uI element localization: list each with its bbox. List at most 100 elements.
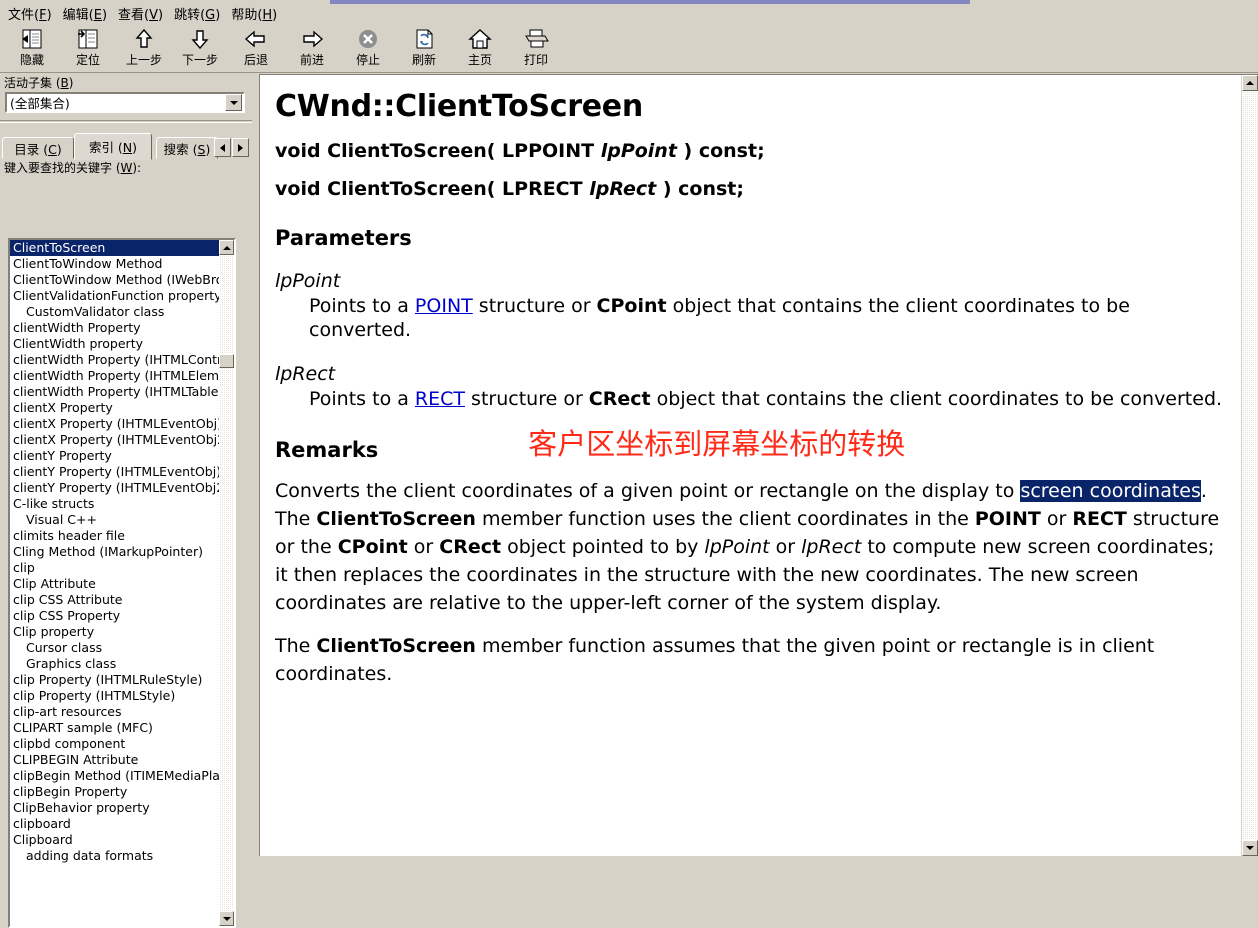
list-item[interactable]: clientWidth Property (IHTMLContro — [10, 352, 219, 368]
content-scrollbar[interactable] — [1241, 75, 1258, 856]
tab-scroll-right-icon[interactable] — [232, 138, 249, 157]
tab-search[interactable]: 搜索 (S) — [156, 137, 218, 159]
menu-item-4[interactable]: 跳转(G) — [172, 7, 229, 24]
scroll-down-icon[interactable] — [219, 911, 234, 926]
rp1-t8: or — [769, 535, 802, 558]
list-item[interactable]: Graphics class — [10, 656, 219, 672]
list-item[interactable]: CLIPART sample (MFC) — [10, 720, 219, 736]
list-item[interactable]: Clip Attribute — [10, 576, 219, 592]
toolbar-button-home[interactable]: 主页 — [452, 24, 508, 70]
list-item[interactable]: clientX Property (IHTMLEventObj) — [10, 416, 219, 432]
list-item[interactable]: clientX Property — [10, 400, 219, 416]
list-item[interactable]: ClientValidationFunction property — [10, 288, 219, 304]
list-item[interactable]: Visual C++ — [10, 512, 219, 528]
list-item[interactable]: ClientToWindow Method — [10, 256, 219, 272]
list-item[interactable]: ClientWidth property — [10, 336, 219, 352]
param-desc-pre: Points to a — [309, 295, 415, 317]
scroll-up-icon[interactable] — [219, 240, 234, 255]
scroll-down-icon[interactable] — [1242, 840, 1258, 856]
menu-item-2[interactable]: 编辑(E) — [61, 7, 116, 24]
list-item[interactable]: clipboard — [10, 816, 219, 832]
toolbar-button-label: 主页 — [467, 53, 492, 67]
print-icon — [521, 26, 551, 52]
index-list-items: ClientToScreen ClientToWindow Method Clien… — [10, 240, 219, 926]
list-item[interactable]: clientX Property (IHTMLEventObj2 — [10, 432, 219, 448]
list-item[interactable]: Cling Method (IMarkupPointer) — [10, 544, 219, 560]
menu-item-1[interactable]: 文件(F) — [6, 7, 61, 24]
list-item[interactable]: clientY Property — [10, 448, 219, 464]
list-item[interactable]: ClipBehavior property — [10, 800, 219, 816]
rp2-t1: The — [275, 635, 317, 658]
list-item[interactable]: clientWidth Property — [10, 320, 219, 336]
list-item[interactable]: clip — [10, 560, 219, 576]
link-rect[interactable]: RECT — [415, 388, 465, 410]
list-item[interactable]: CLIPBEGIN Attribute — [10, 752, 219, 768]
index-list[interactable]: ClientToScreen ClientToWindow Method Clien… — [8, 238, 236, 928]
param-desc-lppoint: Points to a POINT structure or CPoint ob… — [275, 295, 1225, 343]
menu-item-5[interactable]: 帮助(H) — [229, 7, 286, 24]
signature-1: void ClientToScreen( LPPOINT lpPoint ) c… — [275, 140, 1225, 162]
list-item[interactable]: adding data formats — [10, 848, 219, 864]
home-icon — [465, 26, 495, 52]
menu-item-3[interactable]: 查看(V) — [116, 7, 172, 24]
toolbar-button-refresh[interactable]: 刷新 — [396, 24, 452, 70]
list-item[interactable]: clip CSS Attribute — [10, 592, 219, 608]
rp1-t7: object pointed to by — [501, 535, 705, 558]
toolbar-button-print[interactable]: 打印 — [508, 24, 564, 70]
tab-contents[interactable]: 目录 (C) — [2, 137, 74, 159]
toolbar-button-arrow-right[interactable]: 前进 — [284, 24, 340, 70]
menu-bar: 文件(F) 编辑(E) 查看(V) 跳转(G) 帮助(H) — [0, 7, 1258, 24]
list-item[interactable]: ClientToScreen — [10, 240, 219, 256]
index-scroll-thumb[interactable] — [219, 354, 234, 368]
tab-label: 索引 (N) — [88, 140, 138, 155]
list-item[interactable]: ClientToWindow Method (IWebBro — [10, 272, 219, 288]
list-item[interactable]: CustomValidator class — [10, 304, 219, 320]
toolbar-button-label: 后退 — [243, 53, 268, 67]
remarks-heading: Remarks — [275, 437, 379, 462]
toolbar-button-arrow-down[interactable]: 下一步 — [172, 24, 228, 70]
toolbar-button-hide-pane[interactable]: 隐藏 — [4, 24, 60, 70]
nav-tabs: 目录 (C) 索引 (N) 搜索 (S) — [0, 133, 252, 160]
list-item[interactable]: clientY Property (IHTMLEventObj) — [10, 464, 219, 480]
toolbar-button-arrow-up[interactable]: 上一步 — [116, 24, 172, 70]
rp1-b5: CRect — [439, 535, 502, 558]
toolbar-button-locate[interactable]: 定位 — [60, 24, 116, 70]
refresh-icon — [409, 26, 439, 52]
toolbar: 隐藏 定位 上一步 下一步 后退 前进 停止 刷新 主页 打印 — [0, 24, 1258, 73]
param-name-lppoint: lpPoint — [275, 270, 341, 292]
index-list-scrollbar[interactable] — [219, 240, 234, 926]
signature-2-post: ) const; — [656, 178, 744, 200]
scroll-up-icon[interactable] — [1242, 75, 1258, 91]
list-item[interactable]: clipBegin Method (ITIMEMediaPlay — [10, 768, 219, 784]
list-item[interactable]: climits header file — [10, 528, 219, 544]
toolbar-button-stop[interactable]: 停止 — [340, 24, 396, 70]
list-item[interactable]: clip Property (IHTMLStyle) — [10, 688, 219, 704]
list-item[interactable]: clip-art resources — [10, 704, 219, 720]
list-item[interactable]: clip Property (IHTMLRuleStyle) — [10, 672, 219, 688]
list-item[interactable]: C-like structs — [10, 496, 219, 512]
toolbar-button-label: 上一步 — [125, 53, 162, 67]
list-item[interactable]: clipBegin Property — [10, 784, 219, 800]
rp1-b4: CPoint — [337, 535, 408, 558]
navigation-pane: 活动子集 (B) (全部集合) 目录 (C) 索引 (N) 搜索 (S) 键入要查找… — [0, 73, 252, 928]
toolbar-button-label: 定位 — [75, 53, 100, 67]
list-item[interactable]: Cursor class — [10, 640, 219, 656]
toolbar-button-arrow-left[interactable]: 后退 — [228, 24, 284, 70]
arrow-left-icon — [241, 26, 271, 52]
chevron-down-icon[interactable] — [225, 94, 242, 111]
rp1-b3: RECT — [1072, 507, 1127, 530]
list-item[interactable]: Clipboard — [10, 832, 219, 848]
active-subset-combo[interactable]: (全部集合) — [5, 92, 245, 113]
list-item[interactable]: clientWidth Property (IHTMLTableF — [10, 384, 219, 400]
link-point[interactable]: POINT — [415, 295, 473, 317]
tab-index[interactable]: 索引 (N) — [74, 133, 152, 160]
list-item[interactable]: clipbd component — [10, 736, 219, 752]
toolbar-button-label: 前进 — [299, 53, 324, 67]
signature-2-pre: void ClientToScreen( LPRECT — [275, 178, 590, 200]
list-item[interactable]: clip CSS Property — [10, 608, 219, 624]
tab-scroll-left-icon[interactable] — [214, 138, 231, 157]
list-item[interactable]: clientWidth Property (IHTMLEleme — [10, 368, 219, 384]
list-item[interactable]: clientY Property (IHTMLEventObj2 — [10, 480, 219, 496]
selected-text[interactable]: screen coordinates — [1020, 479, 1201, 502]
list-item[interactable]: Clip property — [10, 624, 219, 640]
